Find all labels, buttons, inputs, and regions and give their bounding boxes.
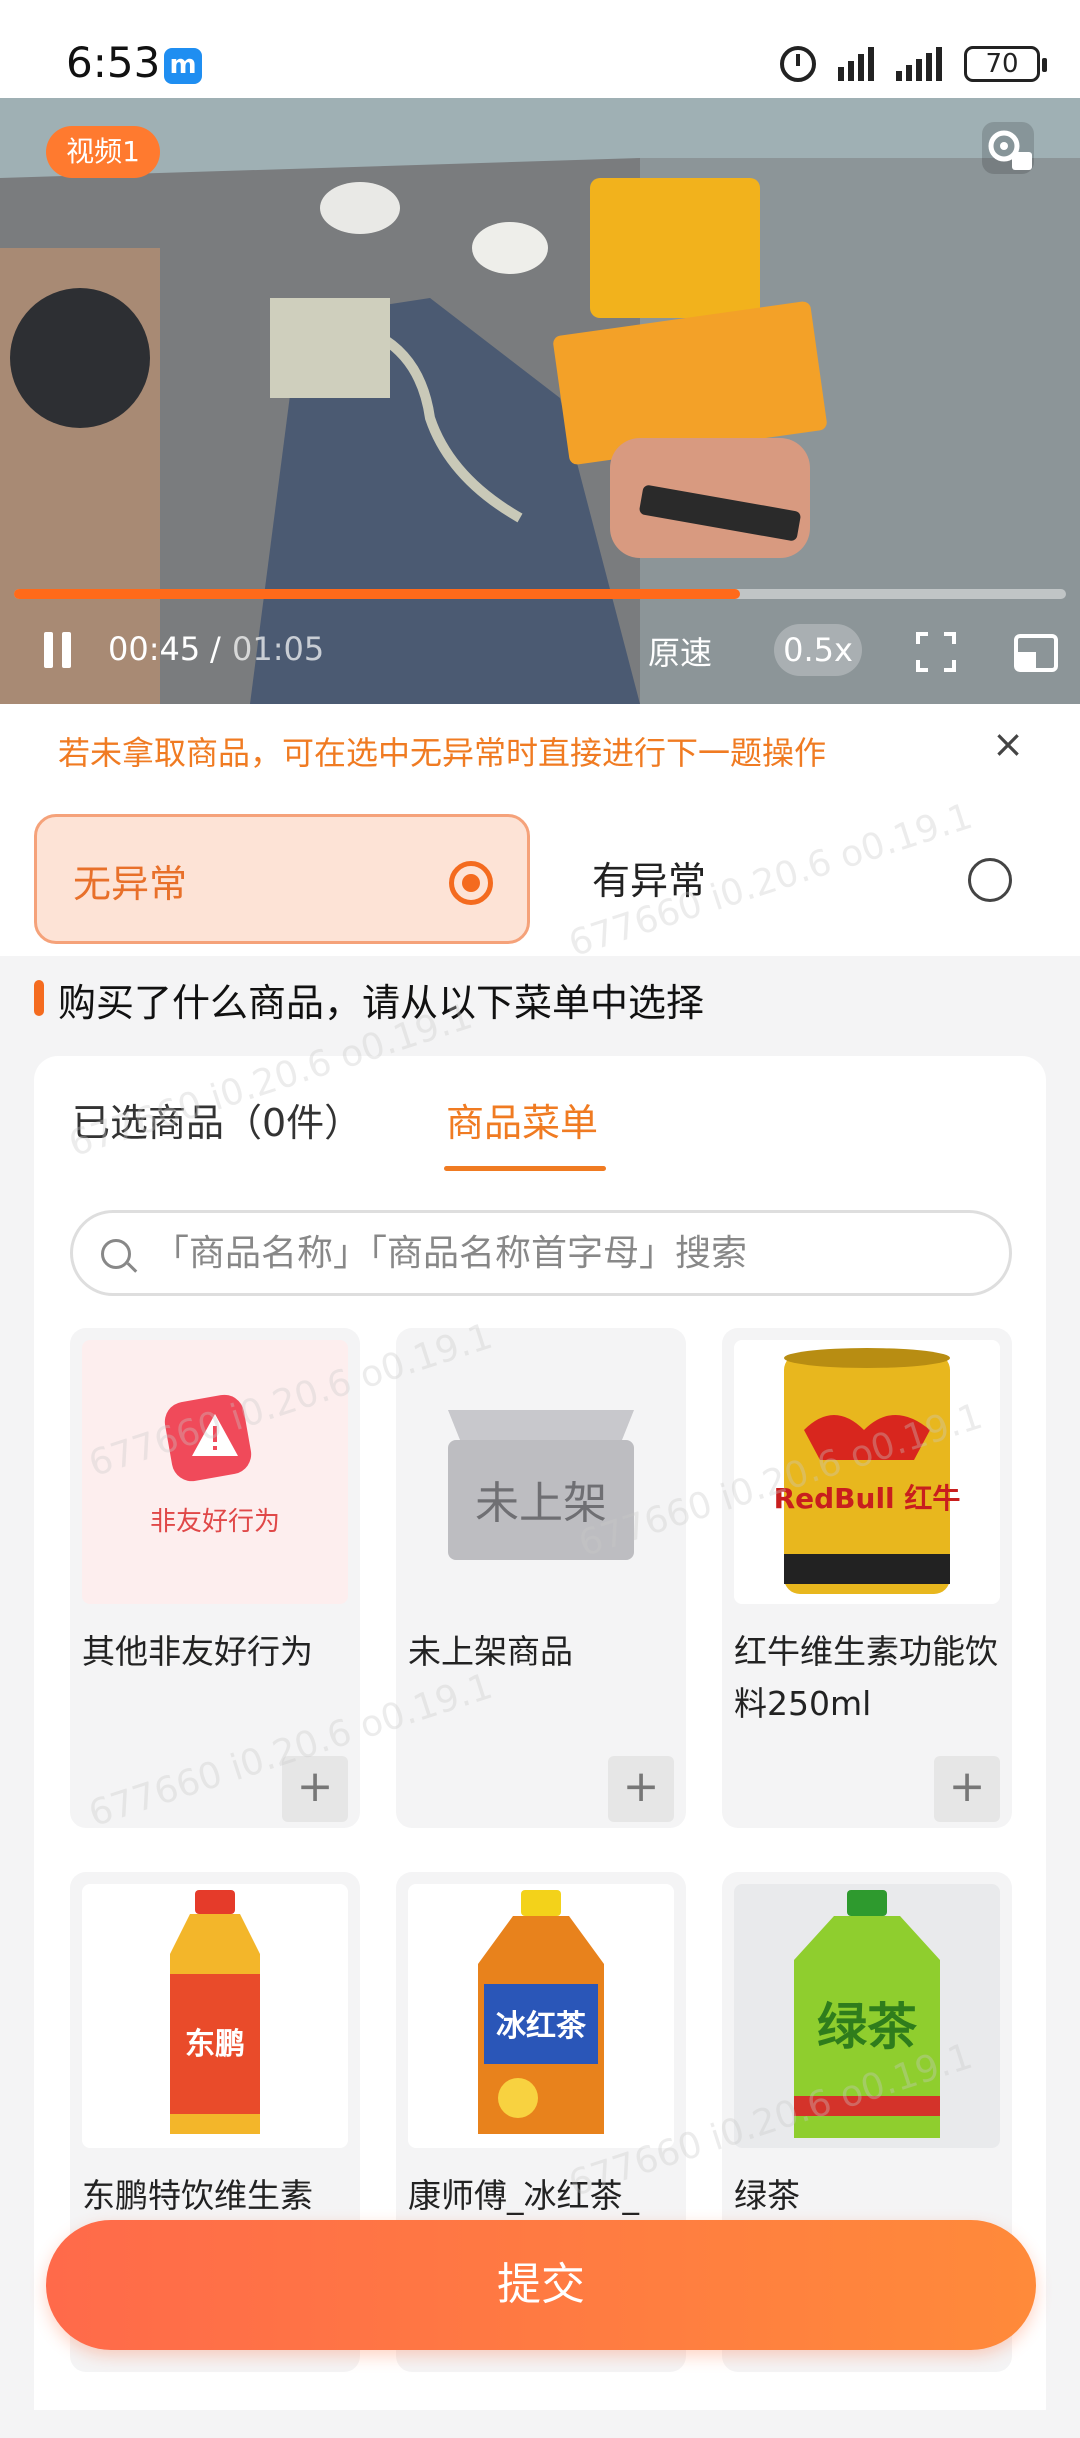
- option-no-anomaly-label: 无异常: [73, 862, 188, 906]
- video-player[interactable]: 视频1 00:45 / 01:05 原速 0.5x: [0, 98, 1080, 704]
- bottle-icon: 绿茶: [734, 1884, 1000, 2148]
- product-image: RedBull 红牛: [734, 1340, 1000, 1604]
- bottle-icon: 冰红茶: [478, 1890, 604, 2134]
- tab-product-menu[interactable]: 商品菜单: [446, 1092, 598, 1147]
- question-marker: [34, 980, 44, 1016]
- fullscreen-icon[interactable]: [916, 632, 956, 672]
- search-box[interactable]: [70, 1210, 1012, 1296]
- video-progress-bar[interactable]: [14, 589, 1066, 599]
- video-progress-fill: [14, 589, 740, 599]
- product-name: 绿茶: [734, 2176, 800, 2215]
- option-has-anomaly-label: 有异常: [592, 859, 707, 903]
- status-bar: 6:53 m 70: [0, 0, 1080, 98]
- product-image-text: 冰红茶: [496, 2009, 587, 2044]
- search-icon: [101, 1239, 131, 1269]
- product-image-text: RedBull 红牛: [774, 1482, 961, 1515]
- video-controls: 00:45 / 01:05 原速 0.5x: [0, 618, 1080, 688]
- picture-in-picture-icon[interactable]: [1014, 632, 1058, 672]
- total-time: 01:05: [232, 630, 325, 668]
- app-notification-icon: m: [164, 48, 202, 84]
- add-button[interactable]: +: [608, 1756, 674, 1822]
- option-has-anomaly[interactable]: 有异常: [560, 814, 1046, 944]
- product-image-text: 东鹏: [185, 2027, 245, 2062]
- product-image: 东鹏: [82, 1884, 348, 2148]
- battery-icon: 70: [964, 46, 1047, 82]
- speed-reset-button[interactable]: 原速: [648, 628, 712, 674]
- submit-button[interactable]: 提交: [46, 2220, 1036, 2350]
- tab-selected-products[interactable]: 已选商品（0件）: [72, 1092, 362, 1147]
- product-image: 未上架: [408, 1340, 674, 1604]
- notice-banner: 若未拿取商品，可在选中无异常时直接进行下一题操作 ×: [0, 704, 1080, 790]
- add-button[interactable]: +: [934, 1756, 1000, 1822]
- product-image-text: 绿茶: [817, 1998, 918, 2056]
- product-card[interactable]: RedBull 红牛 红牛维生素功能饮料250ml +: [722, 1328, 1012, 1828]
- signal-icon-2: [896, 47, 942, 81]
- product-name: 其他非友好行为: [82, 1632, 313, 1671]
- search-input[interactable]: [153, 1225, 993, 1281]
- home-indicator: [0, 2410, 1080, 2438]
- signal-icon: [838, 47, 874, 81]
- pause-button[interactable]: [40, 628, 76, 672]
- notice-text: 若未拿取商品，可在选中无异常时直接进行下一题操作: [58, 734, 827, 772]
- product-name: 红牛维生素功能饮料250ml: [734, 1632, 998, 1723]
- status-icons: 70: [780, 42, 1047, 86]
- product-image: 非友好行为: [82, 1340, 348, 1604]
- can-icon: RedBull 红牛: [774, 1348, 961, 1594]
- warning-icon: 非友好行为: [150, 1394, 280, 1537]
- radio-selected-icon[interactable]: [449, 861, 493, 905]
- add-button[interactable]: +: [282, 1756, 348, 1822]
- bottle-icon: 东鹏: [170, 1890, 260, 2134]
- video-frame: [0, 98, 1080, 704]
- anomaly-options: 无异常 有异常: [0, 790, 1080, 956]
- product-name: 东鹏特饮维生素: [82, 2176, 313, 2215]
- product-image-text: 未上架: [475, 1478, 607, 1529]
- close-icon[interactable]: ×: [988, 722, 1028, 766]
- alarm-icon: [780, 46, 816, 82]
- settings-icon[interactable]: [980, 120, 1036, 176]
- box-icon: 未上架: [448, 1410, 634, 1560]
- product-image: 冰红茶: [408, 1884, 674, 2148]
- product-name: 未上架商品: [408, 1632, 573, 1671]
- option-no-anomaly[interactable]: 无异常: [34, 814, 530, 944]
- current-time: 00:45: [108, 630, 201, 668]
- time-separator: /: [210, 630, 221, 668]
- tab-active-indicator: [444, 1166, 606, 1171]
- video-tag[interactable]: 视频1: [46, 126, 160, 178]
- question-title: 购买了什么商品，请从以下菜单中选择: [58, 981, 705, 1025]
- product-image-text: 非友好行为: [150, 1507, 280, 1537]
- status-time: 6:53: [66, 38, 161, 87]
- playback-speed-button[interactable]: 0.5x: [774, 624, 862, 676]
- product-name: 康师傅_冰红茶_: [408, 2176, 639, 2215]
- radio-unselected-icon[interactable]: [968, 858, 1012, 902]
- product-card[interactable]: 未上架 未上架商品 +: [396, 1328, 686, 1828]
- product-card[interactable]: 非友好行为 其他非友好行为 +: [70, 1328, 360, 1828]
- product-image: 绿茶: [734, 1884, 1000, 2148]
